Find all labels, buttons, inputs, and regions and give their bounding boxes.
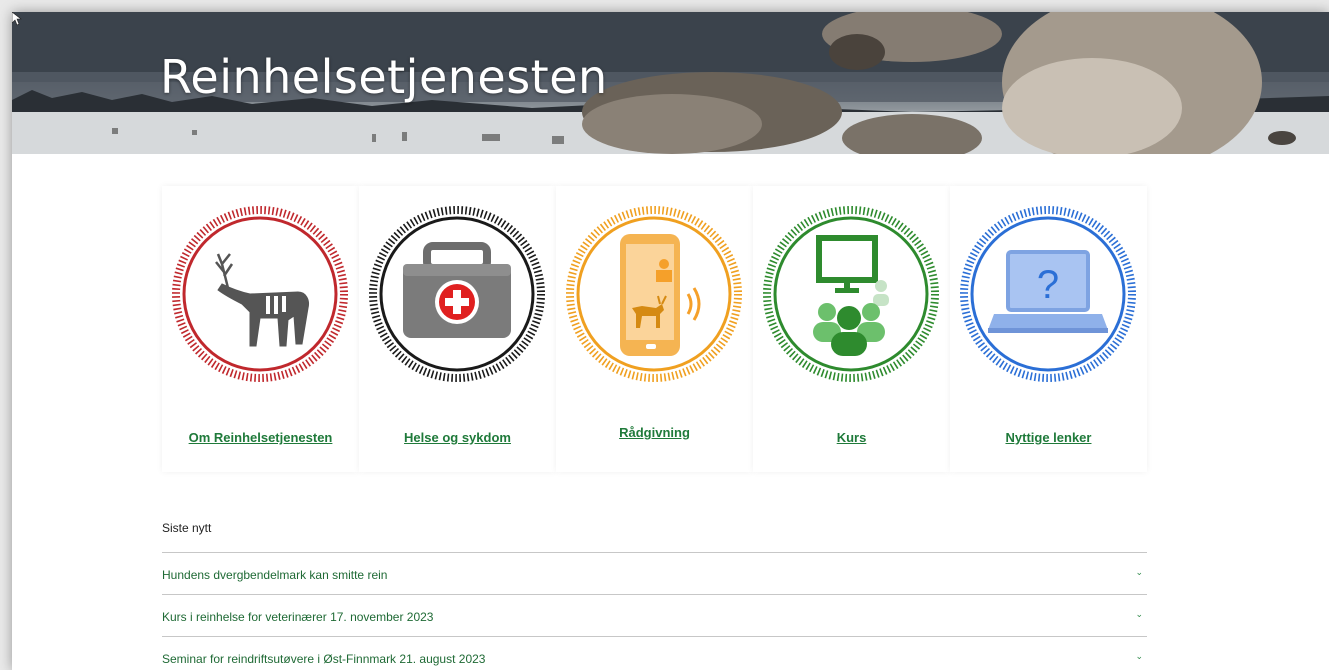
- header-banner: Reinhelsetjenesten: [12, 12, 1329, 154]
- tile-nyttige-lenker[interactable]: ? Nyttige lenker: [950, 186, 1147, 472]
- tile-label[interactable]: Om Reinhelsetjenesten: [162, 430, 359, 445]
- tile-label[interactable]: Nyttige lenker: [950, 430, 1147, 445]
- tile-label[interactable]: Helse og sykdom: [359, 430, 556, 445]
- first-aid-kit-icon: [369, 206, 545, 382]
- svg-text:?: ?: [1037, 263, 1059, 307]
- news-item-title[interactable]: Hundens dvergbendelmark kan smitte rein: [162, 568, 387, 582]
- page: Reinhelsetjenesten Om Reinhelsetjenesten: [12, 12, 1329, 670]
- chevron-down-icon[interactable]: ⌄: [1135, 567, 1143, 578]
- news-heading: Siste nytt: [162, 521, 212, 535]
- tile-kurs[interactable]: Kurs: [753, 186, 950, 472]
- laptop-question-icon: ?: [960, 206, 1136, 382]
- course-audience-icon: [763, 206, 939, 382]
- news-item[interactable]: Hundens dvergbendelmark kan smitte rein …: [162, 553, 1147, 595]
- category-tiles: Om Reinhelsetjenesten Helse og sykdom Rå…: [162, 186, 1147, 472]
- tile-label[interactable]: Kurs: [753, 430, 950, 445]
- news-item-title[interactable]: Seminar for reindriftsutøvere i Øst-Finn…: [162, 652, 485, 666]
- news-item[interactable]: Seminar for reindriftsutøvere i Øst-Finn…: [162, 637, 1147, 670]
- tile-label[interactable]: Rådgivning: [556, 425, 753, 440]
- tile-helse-og-sykdom[interactable]: Helse og sykdom: [359, 186, 556, 472]
- tile-om-reinhelsetjenesten[interactable]: Om Reinhelsetjenesten: [162, 186, 359, 472]
- mouse-cursor-icon: [12, 12, 22, 26]
- news-item[interactable]: Kurs i reinhelse for veterinærer 17. nov…: [162, 595, 1147, 637]
- news-item-title[interactable]: Kurs i reinhelse for veterinærer 17. nov…: [162, 610, 433, 624]
- news-accordion: Hundens dvergbendelmark kan smitte rein …: [162, 552, 1147, 670]
- site-title[interactable]: Reinhelsetjenesten: [160, 50, 608, 104]
- tile-radgivning[interactable]: Rådgivning: [556, 186, 753, 472]
- chevron-down-icon[interactable]: ⌄: [1135, 651, 1143, 662]
- reindeer-icon: [172, 206, 348, 382]
- chevron-down-icon[interactable]: ⌄: [1135, 609, 1143, 620]
- phone-advice-icon: [566, 206, 742, 382]
